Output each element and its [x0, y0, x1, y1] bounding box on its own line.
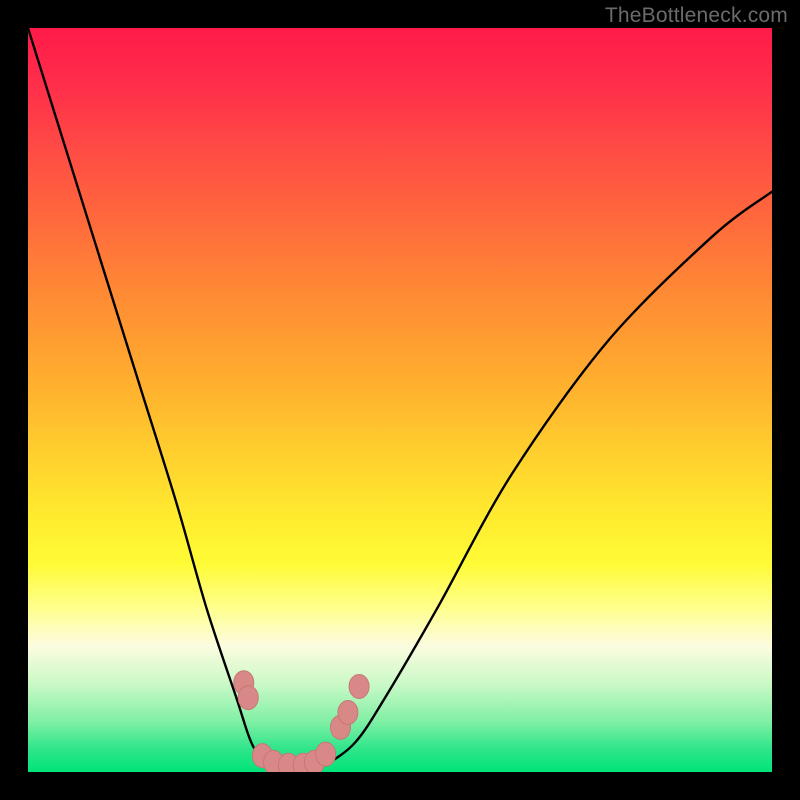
bottleneck-curve	[28, 28, 772, 772]
watermark-text: TheBottleneck.com	[605, 4, 788, 28]
marker-right-cluster-2	[338, 700, 358, 724]
bottleneck-curve-svg	[28, 28, 772, 772]
marker-group	[234, 671, 369, 772]
chart-frame: TheBottleneck.com	[0, 0, 800, 800]
plot-area	[28, 28, 772, 772]
marker-bottom-6	[316, 742, 336, 766]
marker-right-cluster-3	[349, 674, 369, 698]
marker-left-cluster-2	[238, 686, 258, 710]
